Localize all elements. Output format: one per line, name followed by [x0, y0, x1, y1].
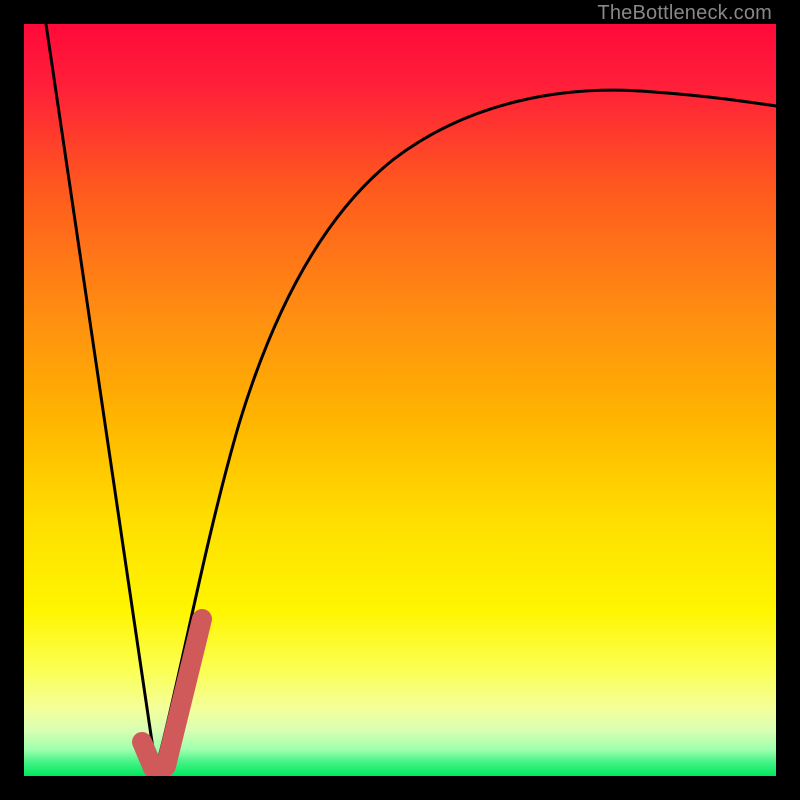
chart-svg [24, 24, 776, 776]
chart-frame: TheBottleneck.com [0, 0, 800, 800]
gradient-background [24, 24, 776, 776]
plot-area [24, 24, 776, 776]
watermark-text: TheBottleneck.com [597, 2, 772, 25]
